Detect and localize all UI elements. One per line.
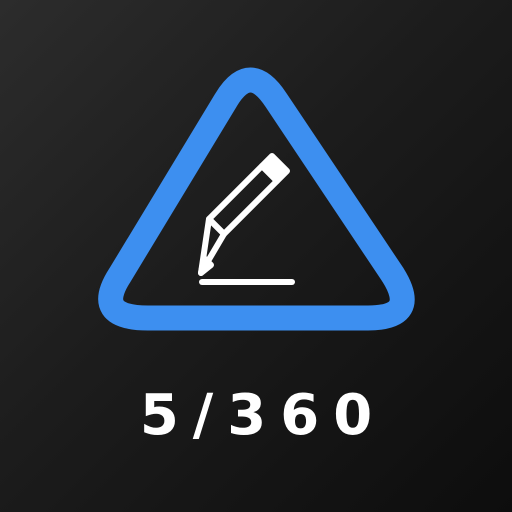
pencil-icon [198, 153, 295, 285]
app-icon: 5/360 [0, 0, 512, 512]
count-label: 5/360 [139, 383, 387, 448]
